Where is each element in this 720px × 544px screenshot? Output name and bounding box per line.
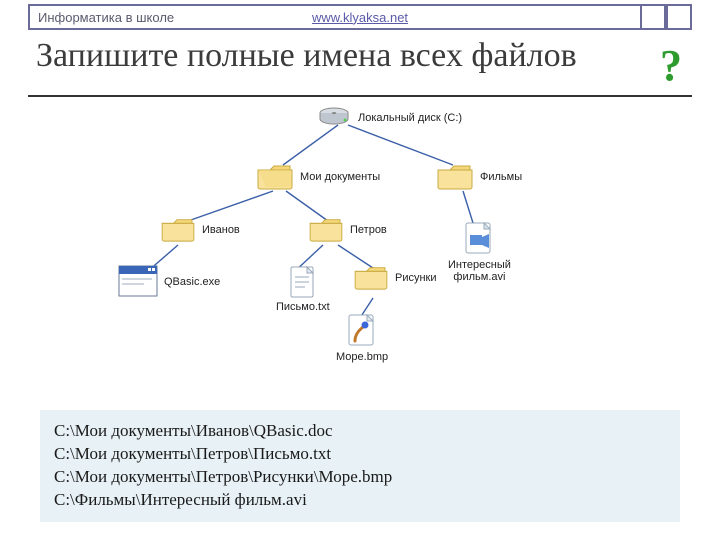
answer-line: C:\Мои документы\Петров\Письмо.txt [54, 443, 666, 466]
node-label: Петров [350, 224, 387, 236]
node-movie-file: Интересный фильм.avi [448, 221, 511, 283]
node-my-documents: Мои документы [256, 161, 380, 191]
drive-icon [316, 105, 352, 129]
node-label: Интересный фильм.avi [448, 259, 511, 283]
node-label: Иванов [202, 224, 240, 236]
node-qbasic: QBasic.exe [118, 265, 220, 297]
node-sea: Море.bmp [336, 313, 388, 363]
header-decor [640, 4, 692, 30]
answer-line: C:\Мои документы\Иванов\QBasic.doc [54, 420, 666, 443]
folder-icon [256, 161, 294, 191]
node-label: Письмо.txt [276, 301, 330, 313]
node-letter: Письмо.txt [276, 265, 330, 313]
node-label: Фильмы [480, 171, 522, 183]
image-file-icon [347, 313, 377, 349]
folder-icon [308, 215, 344, 243]
node-movies: Фильмы [436, 161, 522, 191]
node-label: Локальный диск (C:) [358, 112, 462, 124]
node-ivanov: Иванов [160, 215, 240, 243]
divider [28, 95, 692, 97]
folder-icon [353, 263, 389, 291]
node-label: QBasic.exe [164, 276, 220, 288]
folder-icon [436, 161, 474, 191]
file-tree-diagram: Локальный диск (C:) Мои документы Фильмы [28, 103, 692, 363]
node-petrov: Петров [308, 215, 387, 243]
node-label: Море.bmp [336, 351, 388, 363]
folder-icon [160, 215, 196, 243]
answer-line: C:\Фильмы\Интересный фильм.avi [54, 489, 666, 512]
header-bar: Информатика в школе www.klyaksa.net [28, 4, 692, 30]
question-mark-icon: ? [660, 40, 682, 91]
header-link[interactable]: www.klyaksa.net [312, 10, 408, 25]
node-label: Мои документы [300, 171, 380, 183]
exe-file-icon [118, 265, 158, 297]
node-pictures: Рисунки [353, 263, 437, 291]
answer-line: C:\Мои документы\Петров\Рисунки\Море.bmp [54, 466, 666, 489]
video-file-icon [462, 221, 496, 257]
page-title: Запишите полные имена всех файлов [36, 36, 577, 75]
header-title: Информатика в школе [30, 10, 174, 25]
node-label: Рисунки [395, 272, 437, 284]
text-file-icon [289, 265, 317, 299]
node-root-drive: Локальный диск (C:) [316, 105, 462, 129]
answers-box: C:\Мои документы\Иванов\QBasic.doc C:\Мо… [40, 410, 680, 522]
